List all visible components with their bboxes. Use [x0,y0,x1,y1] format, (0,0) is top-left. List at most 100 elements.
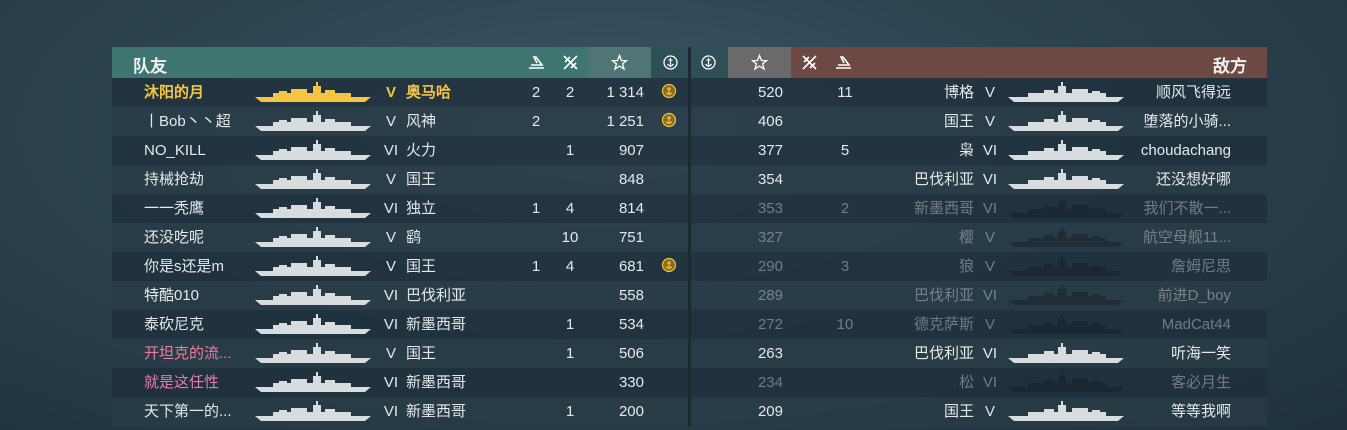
ship-name: 巴伐利亚 [913,287,974,304]
ship-name: 松 [958,374,974,391]
ship-tier: V [385,345,396,362]
player-row[interactable]: 沐阳的月 V 奥马哈 2 2 1 314 [112,78,688,107]
ship-tier: VI [982,345,998,362]
ship-tier: VI [383,287,399,304]
plane-icon[interactable] [528,54,545,71]
player-row[interactable]: 特酷010 VI 巴伐利亚 558 [112,281,688,310]
player-row[interactable]: MadCat44 V 德克萨斯 10 272 [691,310,1267,339]
ship-tier: V [385,84,396,101]
experience: 263 [757,345,783,362]
ship-silhouette [253,371,371,393]
enemy-rows: 顺风飞得远 V 博格 11 520 堕落的小骑... V 国王 406 choudachang VI… [691,78,1267,426]
anchor-medal-icon[interactable] [662,54,679,71]
ship-tier: VI [383,316,399,333]
ship-tier: V [984,113,995,130]
player-row[interactable]: 等等我啊 V 国王 209 [691,397,1267,426]
player-row[interactable]: 还没吃呢 V 鹞 10 751 [112,223,688,252]
ship-tier: VI [383,403,399,420]
player-row[interactable]: 还没想好哪 VI 巴伐利亚 354 [691,165,1267,194]
experience: 1 314 [606,84,644,101]
ship-silhouette [253,168,371,190]
player-row[interactable]: 客必月生 VI 松 234 [691,368,1267,397]
ships-destroyed: 1 [565,142,575,159]
ship-tier: V [385,171,396,188]
experience: 289 [757,287,783,304]
player-row[interactable]: 顺风飞得远 V 博格 11 520 [691,78,1267,107]
ship-name: 风神 [406,113,437,130]
player-row[interactable]: 就是这任性 VI 新墨西哥 330 [112,368,688,397]
player-row[interactable]: 堕落的小骑... V 国王 406 [691,107,1267,136]
experience: 234 [757,374,783,391]
player-row[interactable]: NO_KILL VI 火力 1 907 [112,136,688,165]
ships-destroyed: 10 [561,229,579,246]
experience: 377 [757,142,783,159]
enemy-header: 敌方 [691,47,1267,78]
ship-tier: V [385,113,396,130]
player-row[interactable]: 持械抢劫 V 国王 848 [112,165,688,194]
player-row[interactable]: 开坦克的流... V 国王 1 506 [112,339,688,368]
player-row[interactable]: 航空母舰11... V 樱 327 [691,223,1267,252]
planes-destroyed: 2 [531,113,541,130]
player-name: 一一秃鹰 [144,200,205,217]
player-name: 你是s还是m [144,258,224,275]
ship-name: 新墨西哥 [406,403,467,420]
ship-name: 巴伐利亚 [913,171,974,188]
player-name: 开坦克的流... [144,345,232,362]
crossed-swords-icon[interactable] [801,54,818,71]
experience: 907 [618,142,644,159]
planes-destroyed: 1 [531,258,541,275]
player-name: 丨Bob丶丶超 [144,113,231,130]
ship-silhouette [1006,255,1126,277]
ship-name: 独立 [406,200,437,217]
player-row[interactable]: 听海一笑 VI 巴伐利亚 263 [691,339,1267,368]
player-name: 我们不散一... [1143,200,1231,217]
anchor-medal-icon [661,112,679,130]
ship-tier: V [984,258,995,275]
player-row[interactable]: 一一秃鹰 VI 独立 1 4 814 [112,194,688,223]
player-row[interactable]: 前进D_boy VI 巴伐利亚 289 [691,281,1267,310]
ships-destroyed: 4 [565,200,575,217]
anchor-medal-icon[interactable] [700,54,717,71]
player-name: 堕落的小骑... [1143,113,1231,130]
ship-name: 鹞 [406,229,422,246]
player-row[interactable]: 丨Bob丶丶超 V 风神 2 1 251 [112,107,688,136]
player-name: 还没想好哪 [1155,171,1231,188]
player-name: 泰砍尼克 [144,316,205,333]
ship-name: 国王 [943,113,974,130]
star-icon[interactable] [750,53,769,71]
ship-name: 新墨西哥 [406,374,467,391]
ships-destroyed: 1 [565,316,575,333]
ship-silhouette [1006,226,1126,248]
experience: 353 [757,200,783,217]
player-row[interactable]: 泰砍尼克 VI 新墨西哥 1 534 [112,310,688,339]
player-row[interactable]: choudachang VI 枭 5 377 [691,136,1267,165]
ship-silhouette [253,255,371,277]
planes-destroyed: 11 [837,84,853,101]
crossed-swords-icon[interactable] [562,54,579,71]
plane-icon[interactable] [835,54,852,71]
ship-silhouette [253,197,371,219]
ally-team-panel: 队友 沐阳的月 V 奥马哈 2 2 1 314 丨Bob丶丶超 V 风神 2 1 251 NO_KIL… [112,47,688,426]
ship-tier: V [385,229,396,246]
ship-name: 国王 [406,345,437,362]
player-name: 客必月生 [1170,374,1231,391]
ship-name: 樱 [958,229,974,246]
ship-tier: V [984,403,995,420]
star-icon[interactable] [610,53,629,71]
ship-name: 博格 [943,84,974,101]
player-row[interactable]: 你是s还是m V 国王 1 4 681 [112,252,688,281]
player-name: 前进D_boy [1157,287,1231,304]
ship-silhouette [1006,168,1126,190]
ally-rows: 沐阳的月 V 奥马哈 2 2 1 314 丨Bob丶丶超 V 风神 2 1 251 NO_KILL VI… [112,78,688,426]
ship-silhouette [1006,81,1126,103]
ship-silhouette [253,226,371,248]
experience: 814 [618,200,644,217]
player-name: 等等我啊 [1170,403,1231,420]
ship-name: 国王 [943,403,974,420]
player-name: NO_KILL [144,142,206,159]
player-row[interactable]: 詹姆尼思 V 狼 3 290 [691,252,1267,281]
player-row[interactable]: 天下第一的... VI 新墨西哥 1 200 [112,397,688,426]
ship-tier: VI [982,171,998,188]
ship-tier: V [984,229,995,246]
player-row[interactable]: 我们不散一... VI 新墨西哥 2 353 [691,194,1267,223]
